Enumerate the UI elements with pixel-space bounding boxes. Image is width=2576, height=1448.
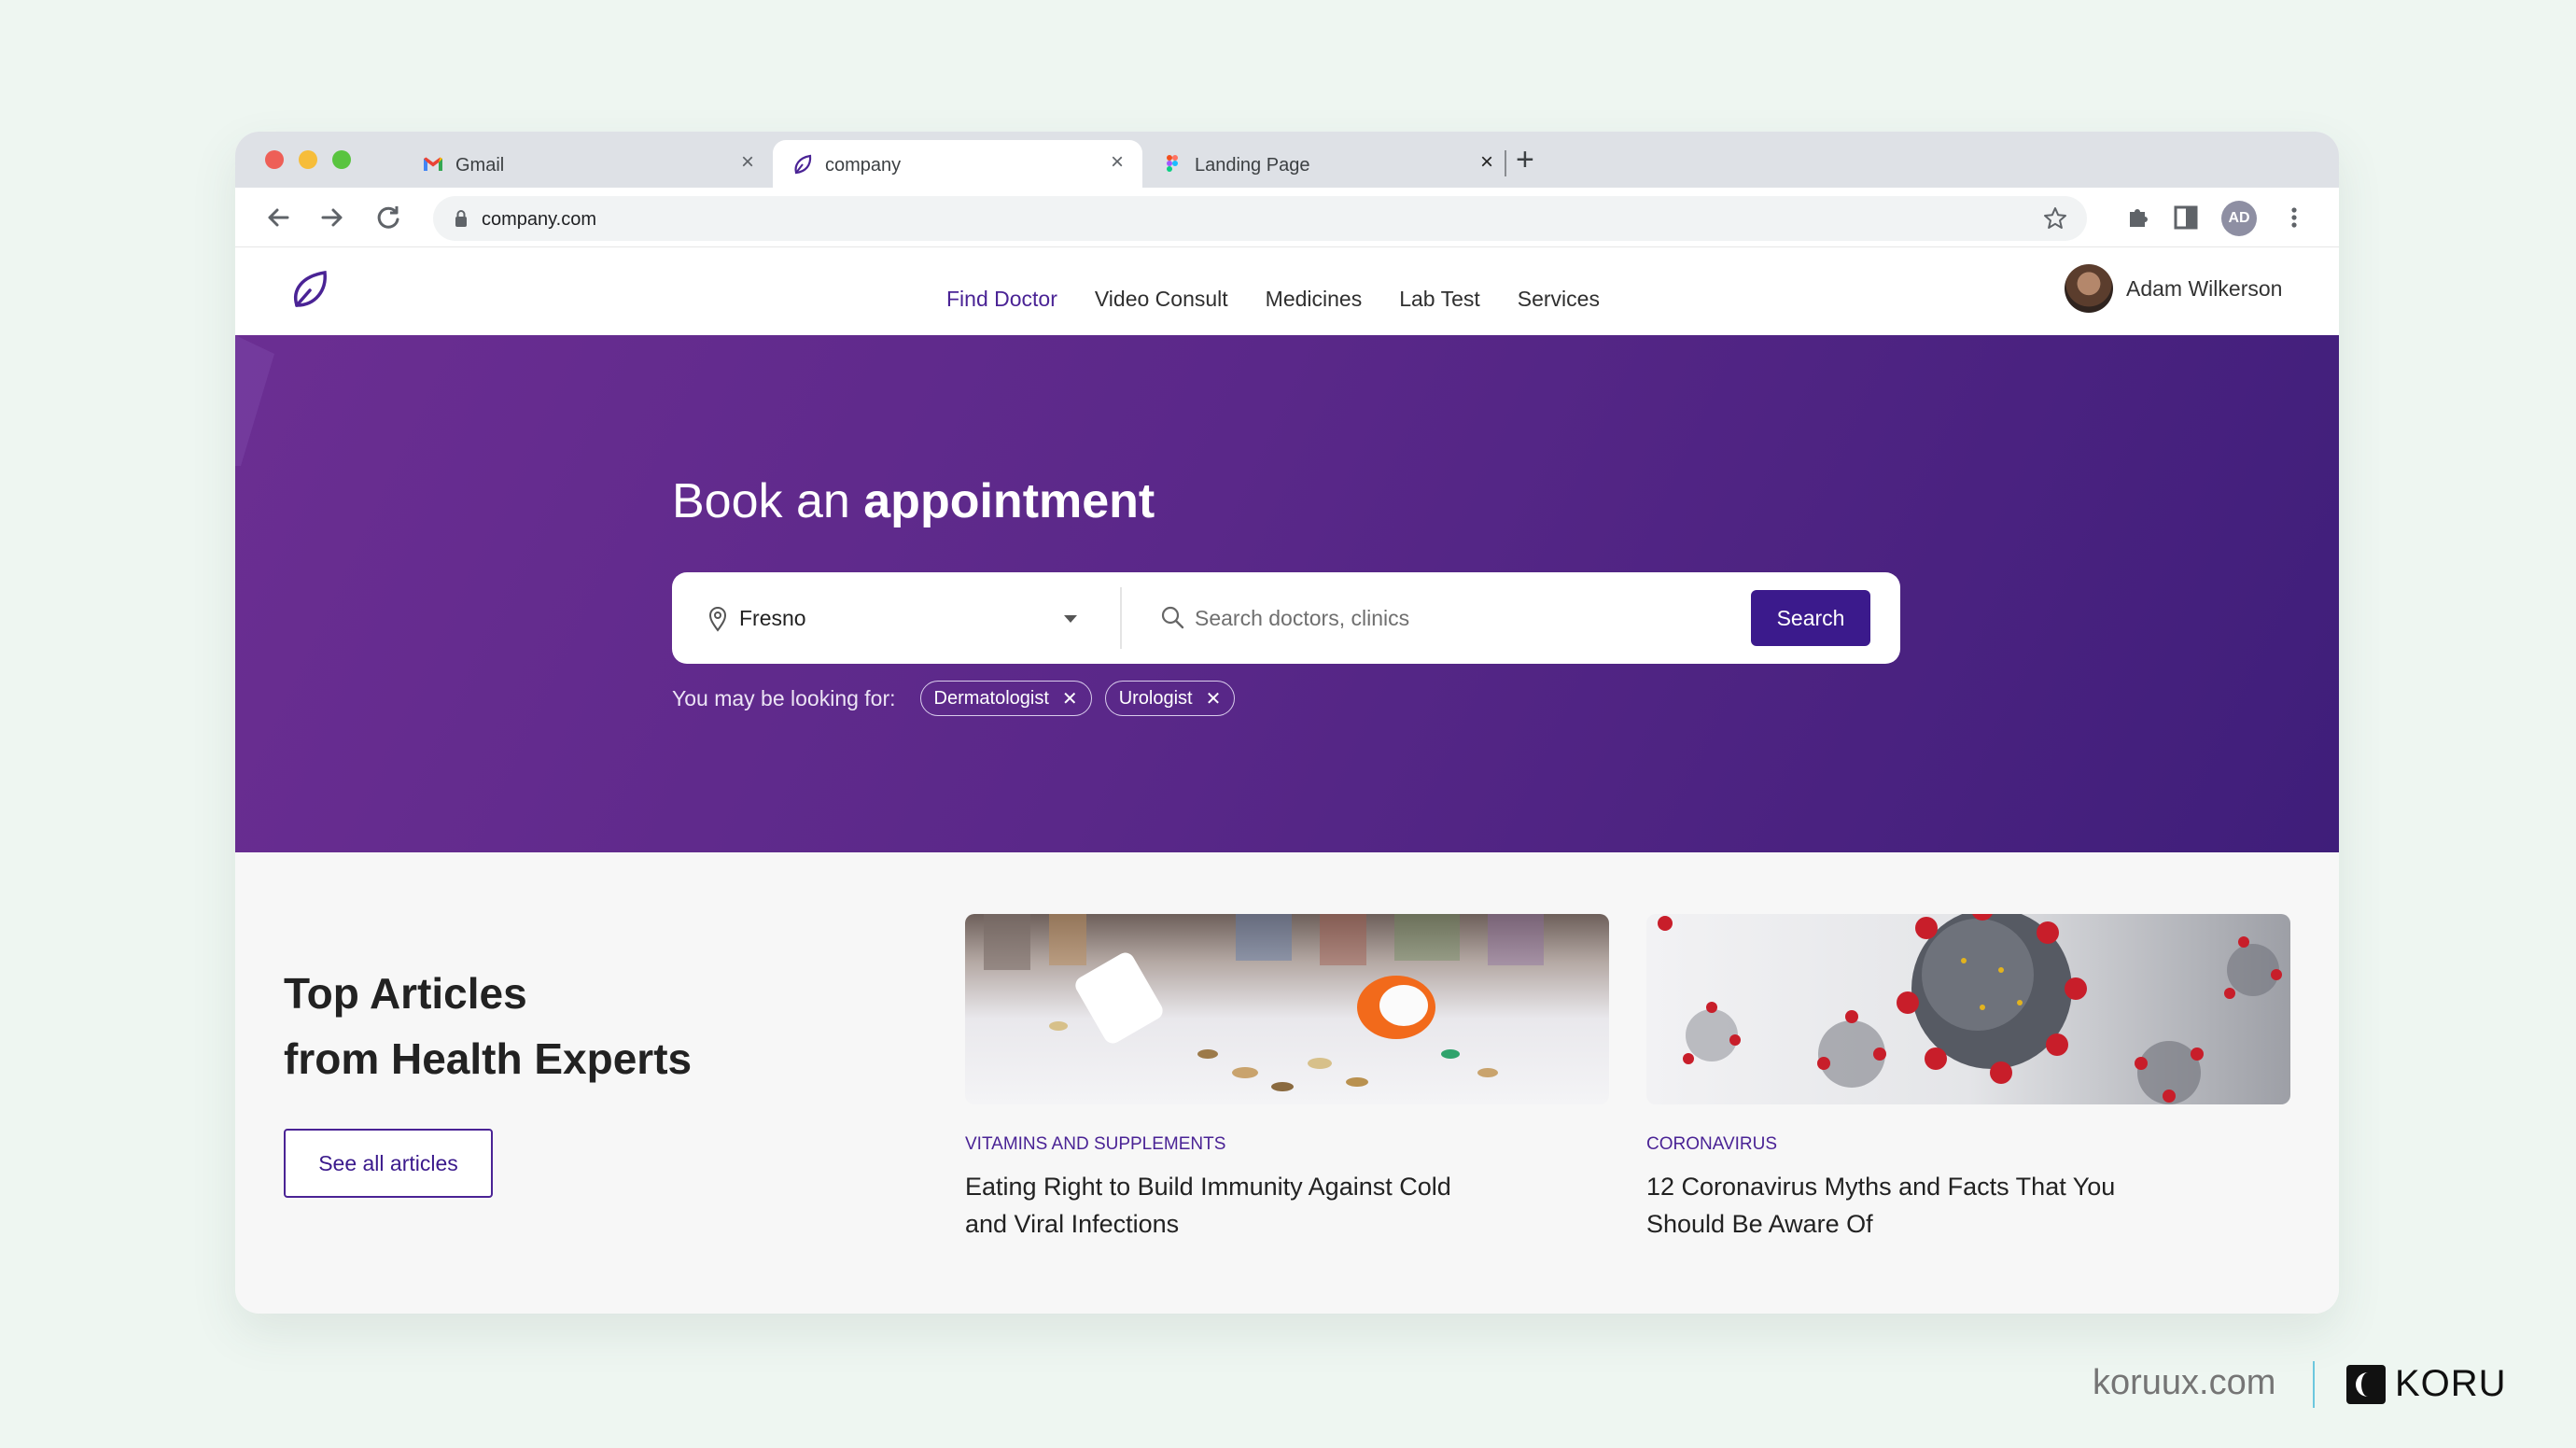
article-title[interactable]: Eating Right to Build Immunity Against C… <box>965 1168 1488 1243</box>
articles-section: Top Articles from Health Experts See all… <box>235 852 2339 1314</box>
reload-icon[interactable] <box>371 201 405 234</box>
section-title: Top Articles from Health Experts <box>284 961 1030 1091</box>
gmail-icon <box>424 157 442 171</box>
search-button[interactable]: Search <box>1751 590 1870 646</box>
side-panel-icon[interactable] <box>2171 203 2201 232</box>
nav-video-consult[interactable]: Video Consult <box>1095 287 1228 312</box>
brand-name: KORU <box>2395 1363 2507 1404</box>
figma-icon <box>1167 155 1178 172</box>
url-text: company.com <box>482 209 597 230</box>
article-card[interactable]: CORONAVIRUS 12 Coronavirus Myths and Fac… <box>1646 914 2290 1243</box>
search-divider <box>1120 587 1122 649</box>
suggestions: You may be looking for: Dermatologist ✕ … <box>672 681 1248 716</box>
article-category[interactable]: VITAMINS AND SUPPLEMENTS <box>965 1134 1609 1155</box>
tab-company[interactable]: company × <box>773 140 1142 188</box>
brand-logo: KORU <box>2346 1363 2507 1405</box>
article-title[interactable]: 12 Coronavirus Myths and Facts That You … <box>1646 1168 2169 1243</box>
tab-label: company <box>825 155 902 176</box>
search-icon <box>1161 606 1184 629</box>
minimize-window-button[interactable] <box>299 150 317 169</box>
nav-medicines[interactable]: Medicines <box>1266 287 1363 312</box>
back-arrow-icon[interactable] <box>261 201 295 234</box>
lock-icon <box>455 210 467 227</box>
nav-services[interactable]: Services <box>1518 287 1600 312</box>
pills-illustration <box>984 914 1544 1091</box>
more-menu-icon[interactable] <box>2279 203 2309 232</box>
user-menu[interactable]: Adam Wilkerson <box>2065 264 2282 313</box>
section-title-line1: Top Articles <box>284 969 527 1018</box>
nav-lab-test[interactable]: Lab Test <box>1399 287 1480 312</box>
chip-label: Urologist <box>1118 687 1193 709</box>
close-tab-icon[interactable]: × <box>741 151 754 174</box>
bookmark-star-icon[interactable] <box>2042 205 2068 232</box>
brand-divider <box>2313 1361 2315 1408</box>
new-tab-button[interactable]: + <box>1516 141 1534 178</box>
location-pin-icon <box>708 607 727 632</box>
article-card[interactable]: VITAMINS AND SUPPLEMENTS Eating Right to… <box>965 914 1609 1243</box>
tab-landing-page[interactable]: Landing Page × <box>1142 140 1512 188</box>
tab-gmail[interactable]: Gmail × <box>403 140 773 188</box>
close-icon[interactable]: ✕ <box>1206 687 1222 710</box>
virus-illustration <box>1658 914 2282 1104</box>
tab-label: Gmail <box>455 155 505 176</box>
close-window-button[interactable] <box>265 150 284 169</box>
suggestion-chip[interactable]: Urologist ✕ <box>1104 681 1236 716</box>
location-select-value[interactable]: Fresno <box>739 606 806 631</box>
extensions-puzzle-icon[interactable] <box>2124 203 2154 232</box>
forward-arrow-icon[interactable] <box>315 201 349 234</box>
hero-title-light: Book an <box>672 474 850 528</box>
tab-divider <box>1505 150 1506 176</box>
close-tab-icon[interactable]: × <box>1480 151 1493 174</box>
search-box: Fresno Search <box>672 572 1900 664</box>
hero-title-bold: appointment <box>863 474 1155 528</box>
article-image-pills[interactable] <box>965 914 1609 1104</box>
chevron-down-icon[interactable] <box>1064 615 1077 623</box>
main-nav: Find Doctor Video Consult Medicines Lab … <box>946 287 1600 312</box>
close-icon[interactable]: ✕ <box>1062 687 1078 710</box>
article-image-virus[interactable] <box>1646 914 2290 1104</box>
address-bar[interactable]: company.com <box>433 196 2087 241</box>
tab-strip: Gmail × company × Landing Page × + <box>235 132 2339 188</box>
leaf-logo-icon <box>794 154 812 175</box>
close-tab-icon[interactable]: × <box>1111 151 1124 174</box>
user-avatar <box>2065 264 2113 313</box>
suggestions-label: You may be looking for: <box>672 685 896 710</box>
suggestion-chip[interactable]: Dermatologist ✕ <box>919 681 1092 716</box>
hero-title: Book an appointment <box>672 473 1155 529</box>
company-logo-icon[interactable] <box>289 268 330 313</box>
article-category[interactable]: CORONAVIRUS <box>1646 1134 2290 1155</box>
brand-url: koruux.com <box>2093 1363 2276 1402</box>
browser-window: Gmail × company × Landing Page × + compa… <box>235 132 2339 1314</box>
profile-avatar[interactable]: AD <box>2221 201 2257 236</box>
chip-label: Dermatologist <box>933 687 1049 709</box>
maximize-window-button[interactable] <box>332 150 351 169</box>
hero-decoration <box>235 335 274 466</box>
section-title-line2: from Health Experts <box>284 1034 693 1083</box>
tab-label: Landing Page <box>1195 155 1310 176</box>
koru-logo-icon <box>2346 1364 2386 1404</box>
site-header: Find Doctor Video Consult Medicines Lab … <box>235 247 2339 335</box>
hero-banner: Book an appointment Fresno Search You ma… <box>235 335 2339 852</box>
nav-find-doctor[interactable]: Find Doctor <box>946 287 1057 312</box>
user-name: Adam Wilkerson <box>2126 275 2283 301</box>
browser-toolbar: company.com AD <box>235 188 2339 247</box>
see-all-articles-button[interactable]: See all articles <box>284 1129 493 1198</box>
search-input[interactable] <box>1195 600 1717 636</box>
